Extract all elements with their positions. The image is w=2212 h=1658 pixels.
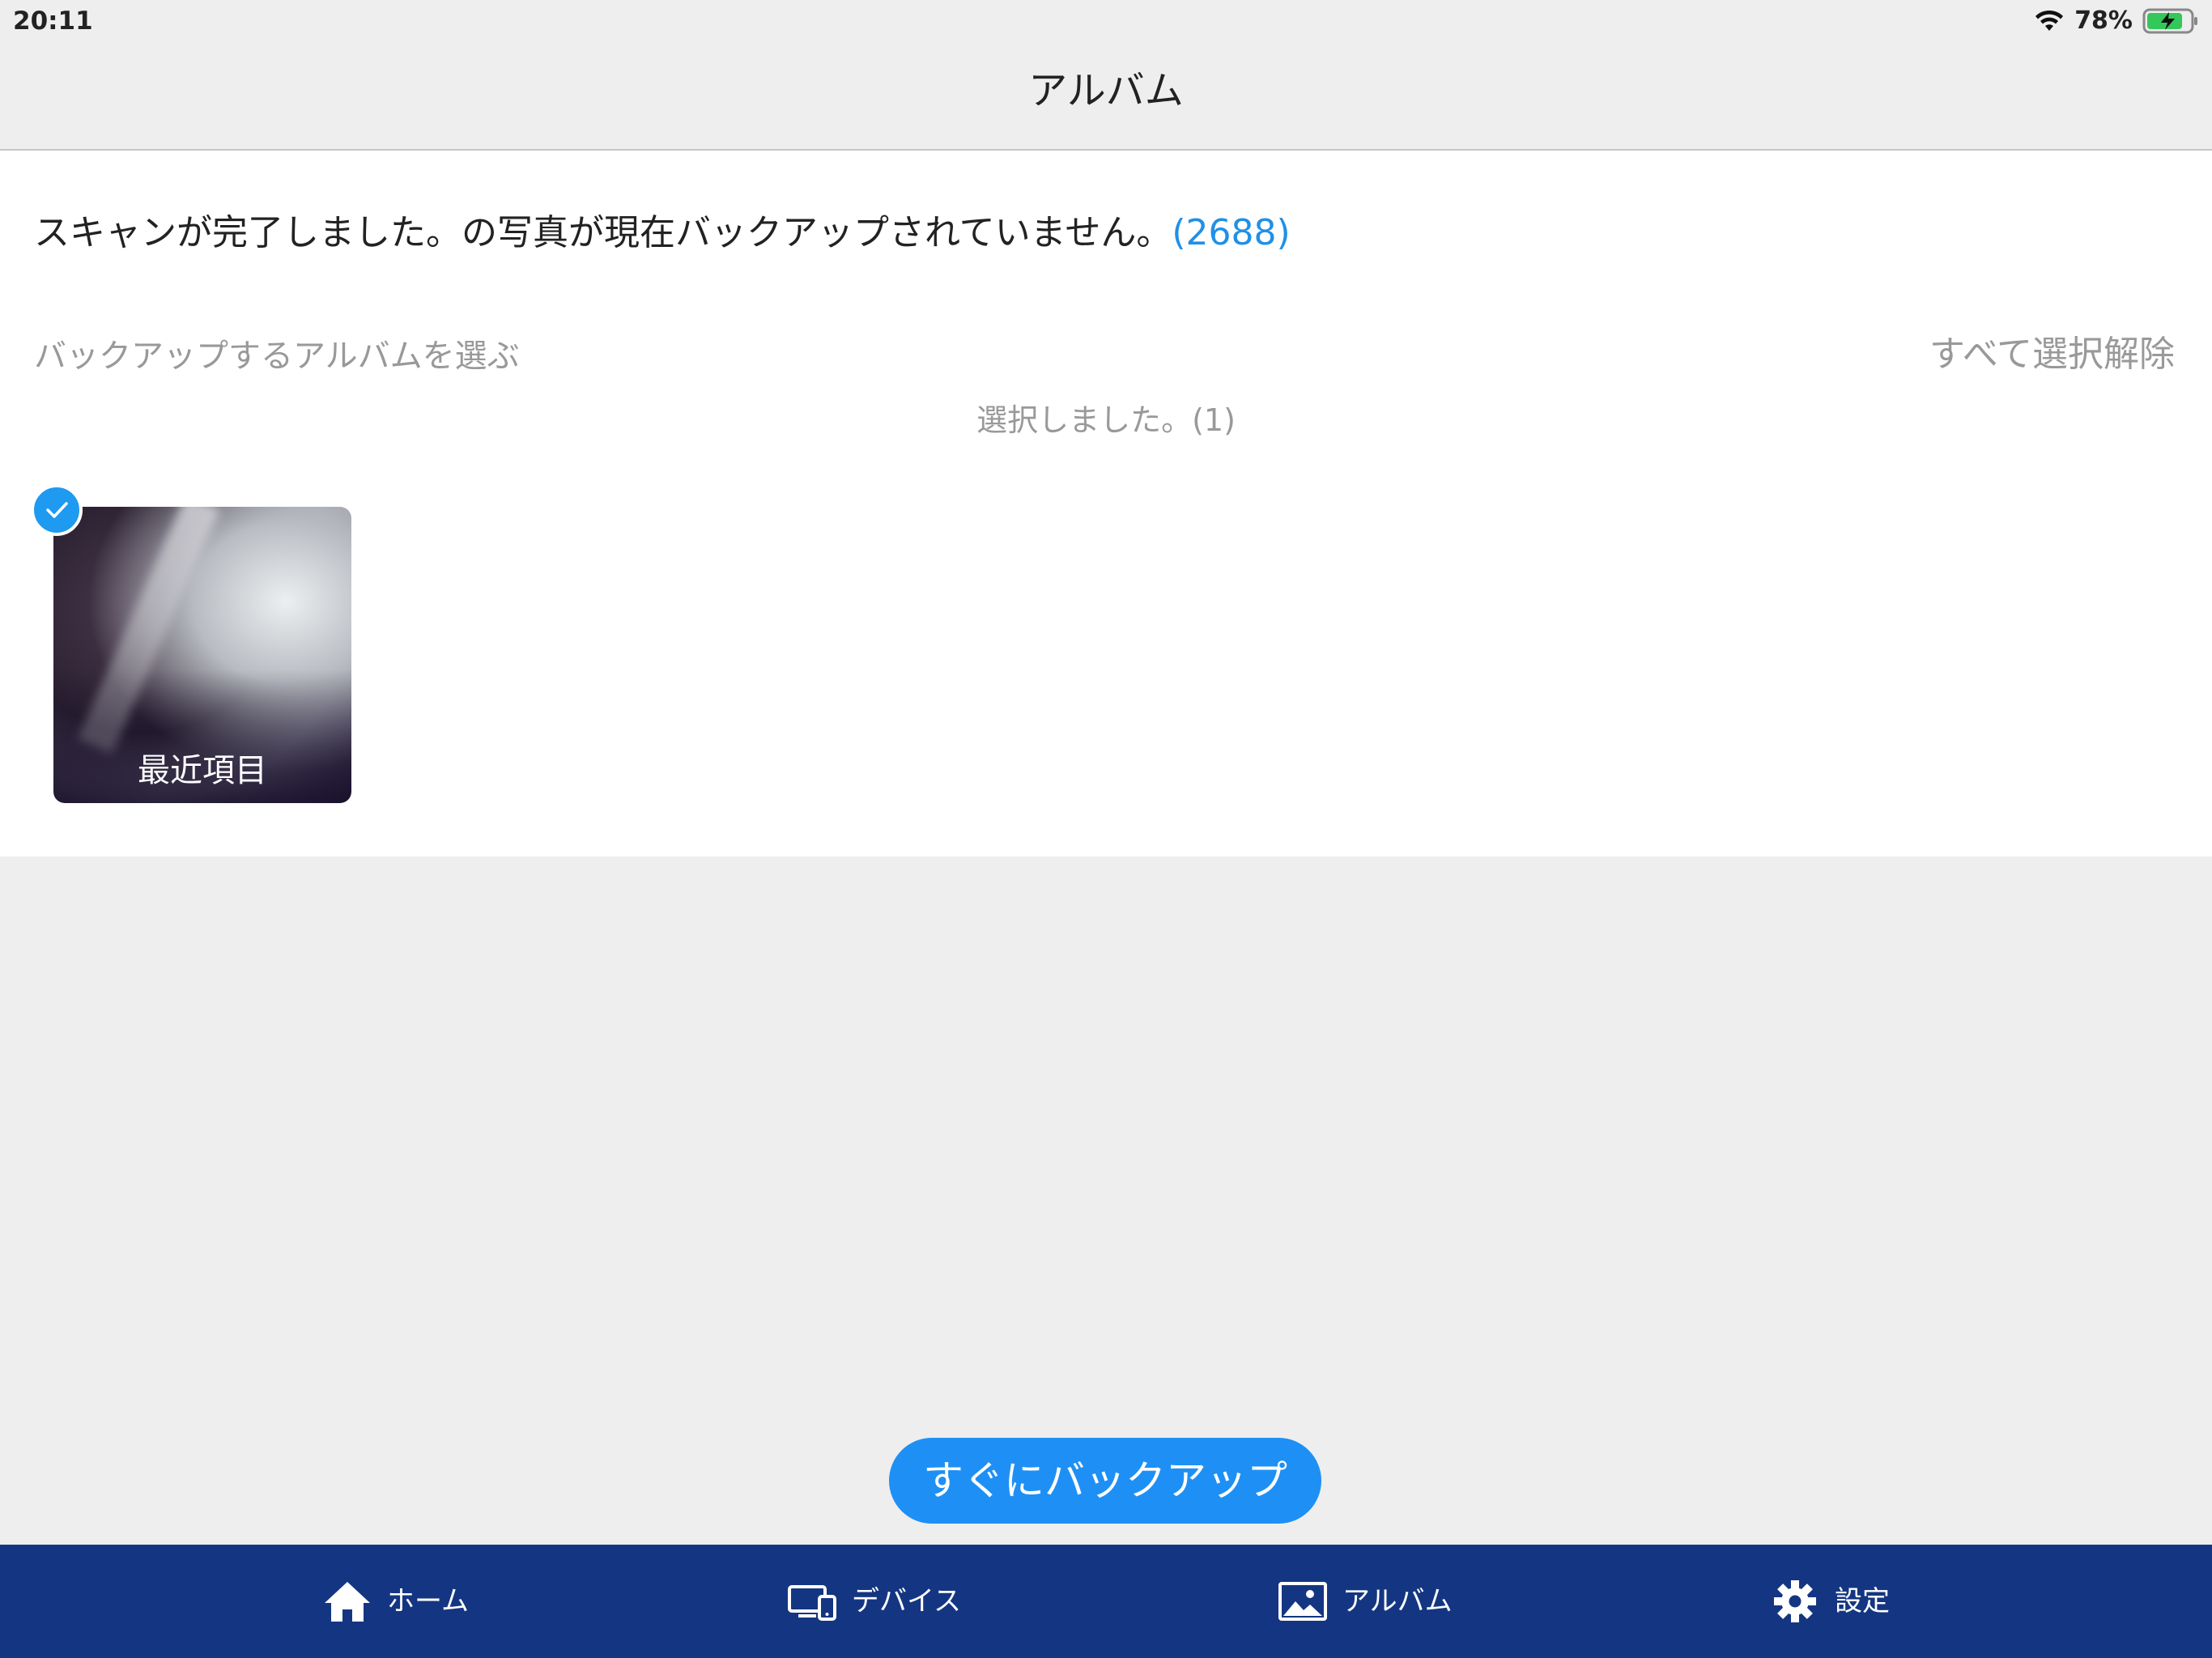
tab-album[interactable]: アルバム xyxy=(1278,1545,1453,1658)
status-indicators: 78% xyxy=(2034,3,2199,39)
deselect-all-button[interactable]: すべて選択解除 xyxy=(1929,332,2175,377)
tab-home[interactable]: ホーム xyxy=(322,1545,469,1658)
scan-message-text: スキャンが完了しました。の写真が現在バックアップされていません。 xyxy=(34,212,1172,253)
page-title: アルバム xyxy=(1028,68,1184,113)
album-label: 最近項目 xyxy=(138,752,267,789)
tab-home-label: ホーム xyxy=(387,1585,469,1618)
tab-album-label: アルバム xyxy=(1342,1585,1453,1618)
battery-charging-icon xyxy=(2142,8,2197,34)
album-selected-checkmark-icon[interactable] xyxy=(31,484,83,536)
tab-settings[interactable]: 設定 xyxy=(1770,1545,1890,1658)
home-icon xyxy=(325,1582,370,1622)
battery-percentage: 78% xyxy=(2074,6,2133,35)
checkmark-icon xyxy=(46,502,68,518)
navigation-header: アルバム xyxy=(0,42,2212,151)
devices-icon xyxy=(788,1585,836,1621)
status-time: 20:11 xyxy=(13,6,93,36)
choose-album-label: バックアップするアルバムを選ぶ xyxy=(34,338,520,375)
tab-settings-label: 設定 xyxy=(1835,1585,1890,1618)
album-thumbnail-image xyxy=(77,507,221,755)
album-image-icon xyxy=(1278,1582,1327,1621)
tab-devices[interactable]: デバイス xyxy=(787,1545,961,1658)
status-bar: 20:11 78% xyxy=(0,0,2212,42)
album-card-recents[interactable]: 最近項目 xyxy=(53,507,351,803)
tab-devices-label: デバイス xyxy=(852,1585,961,1618)
scan-status-message: スキャンが完了しました。の写真が現在バックアップされていません。(2688) xyxy=(34,209,1291,257)
backup-now-button[interactable]: すぐにバックアップ xyxy=(889,1438,1321,1524)
gear-icon xyxy=(1774,1580,1816,1622)
selected-count-label: 選択しました。(1) xyxy=(976,402,1236,438)
wifi-icon xyxy=(2035,10,2064,31)
unbacked-photo-count[interactable]: (2688) xyxy=(1172,212,1290,253)
album-selection-panel: スキャンが完了しました。の写真が現在バックアップされていません。(2688) バ… xyxy=(0,151,2212,857)
tab-bar: ホーム デバイス アルバム 設定 xyxy=(0,1545,2212,1658)
